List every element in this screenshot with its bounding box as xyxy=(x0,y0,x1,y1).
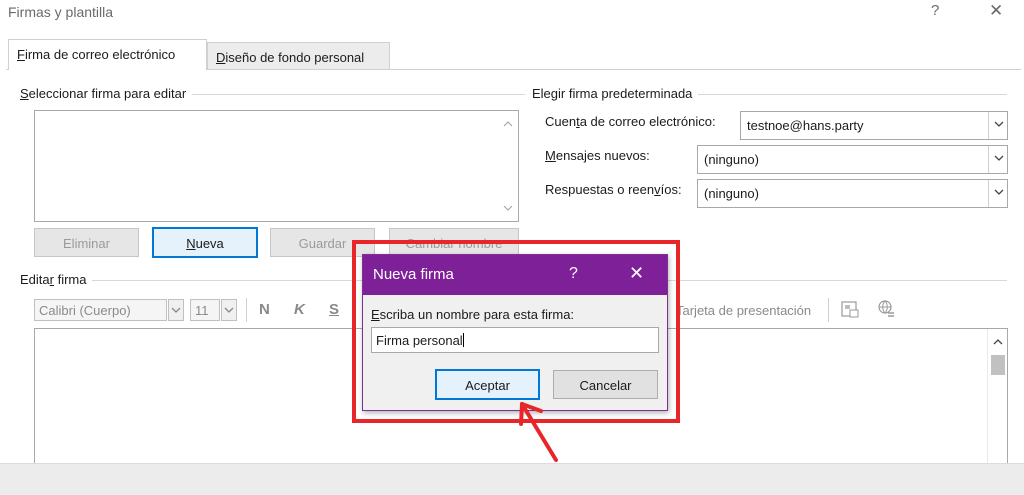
font-dropdown[interactable] xyxy=(168,299,184,321)
scroll-thumb[interactable] xyxy=(991,355,1005,375)
chevron-down-icon xyxy=(988,112,1007,139)
account-label: Cuenta de correo electrónico: xyxy=(545,114,716,129)
close-button[interactable]: ✕ xyxy=(989,1,1003,21)
dialog-prompt: Escriba un nombre para esta firma: xyxy=(371,307,575,322)
help-button[interactable]: ? xyxy=(931,2,939,19)
italic-button[interactable]: K xyxy=(294,301,305,318)
text-caret xyxy=(462,333,464,347)
insert-picture-icon[interactable] xyxy=(840,299,860,322)
default-signature-title: Elegir firma predeterminada xyxy=(532,86,699,101)
chevron-down-icon xyxy=(171,307,181,313)
replies-select[interactable]: (ninguno) xyxy=(697,179,1008,208)
tab-personal-stationery-accesskey: D xyxy=(216,50,226,65)
account-value: testnoe@hans.party xyxy=(747,118,864,133)
toolbar-separator xyxy=(828,298,829,322)
new-button[interactable]: Nueva xyxy=(152,227,258,258)
replies-value: (ninguno) xyxy=(704,186,759,201)
tab-email-signature-accesskey: F xyxy=(17,47,25,62)
tab-email-signature-label: irma de correo electrónico xyxy=(24,47,176,62)
cancel-button[interactable]: Cancelar xyxy=(553,370,658,399)
bold-button[interactable]: N xyxy=(259,301,270,318)
tab-email-signature[interactable]: Firma de correo electrónico xyxy=(8,39,207,70)
replies-label: Respuestas o reenvíos: xyxy=(545,182,682,197)
arrow-annotation-icon xyxy=(508,386,568,467)
signature-name-input[interactable]: Firma personal xyxy=(371,327,659,353)
underline-button[interactable]: S xyxy=(329,301,339,318)
select-signature-label: Seleccionar firma para editar xyxy=(20,86,193,101)
font-select[interactable]: Calibri (Cuerpo) xyxy=(34,299,167,321)
scroll-arrows-icon xyxy=(503,121,513,211)
new-messages-value: (ninguno) xyxy=(704,152,759,167)
window-title: Firmas y plantilla xyxy=(8,4,114,20)
chevron-down-icon xyxy=(224,307,234,313)
new-messages-label: Mensajes nuevos: xyxy=(545,148,650,163)
business-card-button[interactable]: Tarjeta de presentación xyxy=(676,303,811,318)
editor-scrollbar[interactable] xyxy=(987,329,1007,467)
size-dropdown[interactable] xyxy=(221,299,237,321)
dialog-help-button[interactable]: ? xyxy=(569,265,578,283)
toolbar-separator xyxy=(246,298,247,322)
taskbar xyxy=(0,463,1024,495)
hyperlink-icon[interactable] xyxy=(877,299,897,322)
edit-signature-label: Editar firma xyxy=(20,272,93,287)
chevron-down-icon xyxy=(988,180,1007,207)
tab-personal-stationery[interactable]: Diseño de fondo personal xyxy=(207,42,390,70)
new-messages-select[interactable]: (ninguno) xyxy=(697,145,1008,174)
delete-button[interactable]: Eliminar xyxy=(34,228,139,257)
tab-personal-stationery-label: iseño de fondo personal xyxy=(225,50,365,65)
signature-list[interactable] xyxy=(34,110,519,222)
account-select[interactable]: testnoe@hans.party xyxy=(740,111,1008,140)
size-select[interactable]: 11 xyxy=(190,299,220,321)
dialog-title: Nueva firma xyxy=(373,266,454,283)
signature-name-value: Firma personal xyxy=(376,333,463,348)
signature-list-scrollbar[interactable] xyxy=(498,111,518,221)
dialog-close-button[interactable]: ✕ xyxy=(629,263,644,284)
chevron-down-icon xyxy=(988,146,1007,173)
dialog-titlebar: Nueva firma ? ✕ xyxy=(363,255,667,295)
